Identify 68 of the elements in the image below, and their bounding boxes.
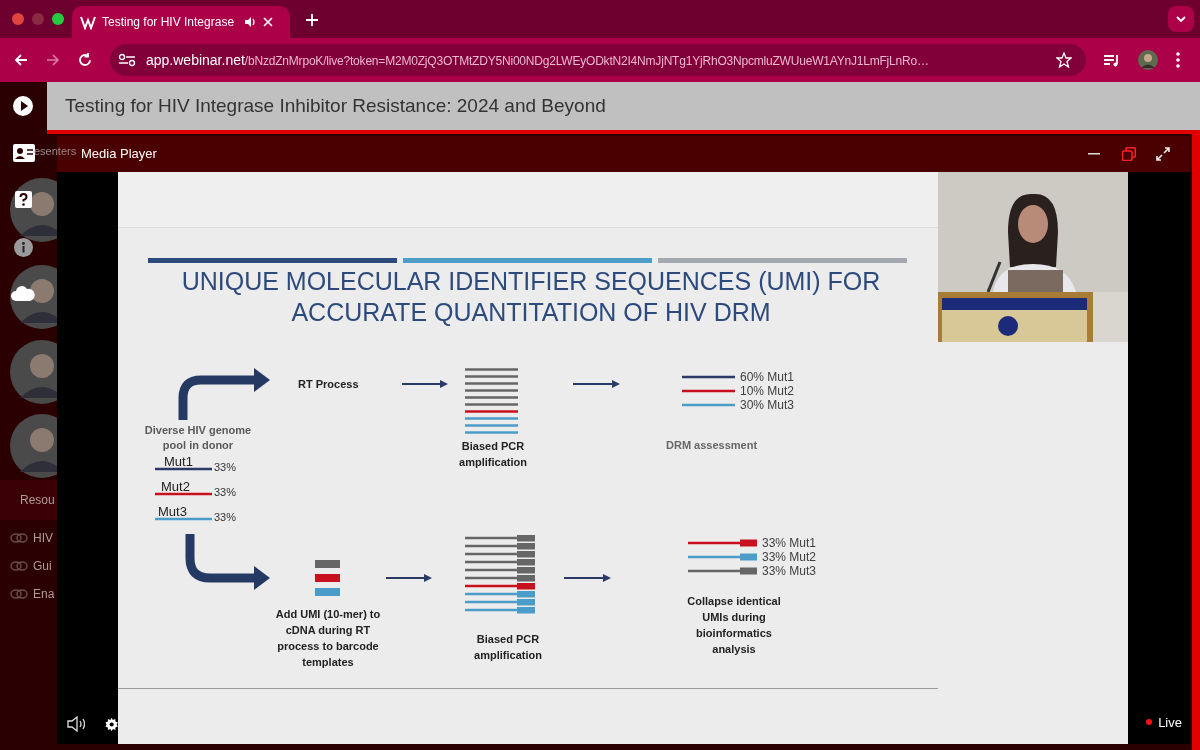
window-title: Media Player (81, 145, 158, 164)
variant-label: Mut3 (158, 505, 187, 518)
site-logo-icon (80, 14, 96, 30)
variant-label: Mut1 (164, 455, 193, 468)
step-label: Biased PCR amplification (458, 439, 528, 470)
legend-label: 10% Mut2 (740, 385, 795, 397)
step-label: Biased PCR amplification (473, 632, 543, 663)
browser-tab[interactable]: Testing for HIV Integrase (72, 6, 290, 38)
profile-avatar[interactable] (1138, 50, 1158, 70)
zoom-window-button[interactable] (52, 13, 64, 25)
pool-label: Diverse HIV genome pool in donor (143, 423, 253, 453)
variant-label: Mut2 (161, 480, 190, 493)
new-tab-icon[interactable] (306, 14, 318, 26)
bent-arrow-icon (176, 368, 270, 420)
speaker-icon[interactable] (244, 16, 257, 28)
step-label: RT Process (298, 377, 359, 392)
forward-icon[interactable] (46, 53, 60, 67)
resource-link[interactable]: HIV (33, 529, 53, 547)
arrow-icon (386, 574, 432, 582)
resource-link[interactable]: Gui (33, 557, 52, 575)
address-bar[interactable]: app.webinar.net/bNzdZnMrpoK/live?token=M2M0ZjQ3OTMtZDY5Ni00NDg2LWEyODktN2I4NmJjNTg1YjRhO3NpcmluZWUueW1AYnJ1LmFjLnRo… (110, 44, 1086, 76)
expand-icon[interactable] (1156, 147, 1170, 161)
tab-title: Testing for HIV Integrase (102, 14, 236, 31)
link-icon (10, 588, 28, 600)
reload-icon[interactable] (78, 53, 92, 67)
url-text: app.webinar.net/bNzdZnMrpoK/live?token=M2M0ZjQ3OTMtZDY5Ni00NDg2LWEyODktN2I4NmJjNTg1YjRhO3NpcmluZWUueW1AYnJ1LmFjLnRo… (146, 50, 930, 70)
volume-icon[interactable] (67, 716, 85, 732)
star-icon[interactable] (1056, 52, 1072, 68)
chevron-down-icon (1176, 16, 1186, 22)
slide-title: UNIQUE MOLECULAR IDENTIFIER SEQUENCES (UMI) FOR (181, 266, 881, 297)
live-indicator-icon (1146, 719, 1153, 726)
menu-icon[interactable] (1176, 52, 1180, 68)
share-label: 33% (214, 512, 237, 523)
play-icon[interactable] (13, 96, 33, 116)
legend-label: 33% Mut2 (762, 551, 817, 563)
step-label: Add UMI (10-mer) to cDNA during RT process to barcode templates (274, 607, 382, 670)
step-label: DRM assessment (666, 438, 758, 453)
arrow-icon (573, 380, 620, 388)
contact-card-icon[interactable] (13, 144, 35, 162)
slide-title: ACCURATE QUANTITATION OF HIV DRM (291, 297, 771, 328)
page-title: Testing for HIV Integrase Inhibitor Resistance: 2024 and Beyond (65, 93, 606, 118)
media-control-icon[interactable] (1104, 53, 1120, 67)
legend-label: 60% Mut1 (740, 371, 795, 383)
resources-label: Resou (20, 492, 55, 509)
site-settings-icon[interactable] (118, 53, 136, 67)
back-icon[interactable] (14, 53, 28, 67)
legend-label: 33% Mut3 (762, 565, 817, 577)
legend-label: 33% Mut1 (762, 537, 817, 549)
info-icon[interactable] (14, 238, 33, 257)
legend-label: 30% Mut3 (740, 399, 795, 411)
question-icon[interactable] (15, 191, 32, 208)
restore-icon[interactable] (1122, 147, 1136, 161)
bent-arrow-icon (183, 534, 270, 590)
share-label: 33% (214, 487, 237, 498)
settings-icon[interactable] (104, 717, 118, 732)
minimize-icon[interactable] (1088, 153, 1100, 155)
close-icon[interactable] (263, 17, 273, 27)
step-label: Collapse identical UMIs during bioinformatics analysis (686, 594, 782, 657)
arrow-icon (564, 574, 611, 582)
link-icon (10, 560, 28, 572)
close-window-button[interactable] (12, 13, 24, 25)
arrow-icon (402, 380, 448, 388)
cloud-icon[interactable] (11, 285, 35, 301)
live-label: Live (1158, 713, 1182, 732)
tab-list-button[interactable] (1168, 6, 1194, 32)
resource-link[interactable]: Ena (33, 585, 55, 603)
share-label: 33% (214, 462, 237, 473)
link-icon (10, 532, 28, 544)
